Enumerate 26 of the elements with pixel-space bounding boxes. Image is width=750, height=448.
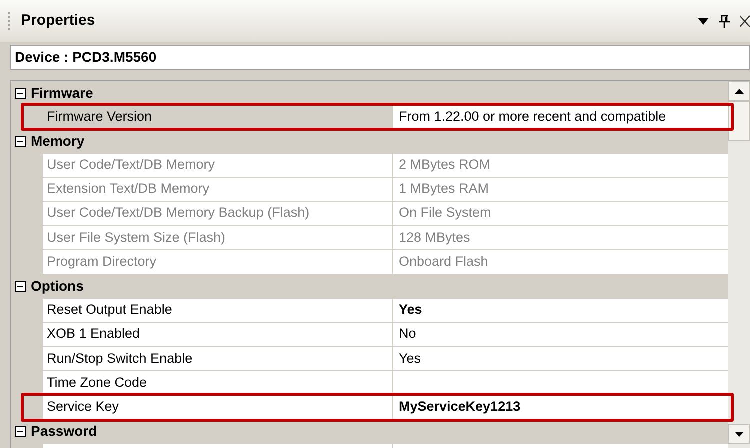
property-name-cell[interactable]: User Code/Text/DB Memory xyxy=(43,154,393,178)
property-value-cell[interactable]: From 1.22.00 or more recent and compatible xyxy=(393,105,728,130)
category-label: Memory xyxy=(31,132,85,151)
property-value-cell[interactable]: MyServiceKey1213 xyxy=(393,395,728,420)
property-name-cell[interactable]: User Code/Text/DB Memory Backup (Flash) xyxy=(43,202,393,226)
property-name-cell[interactable]: Service Key xyxy=(43,395,393,420)
property-name-cell[interactable]: User File System Size (Flash) xyxy=(43,226,393,250)
property-name-cell[interactable]: XOB 1 Enabled xyxy=(43,322,393,348)
property-value-cell[interactable]: 2 MBytes ROM xyxy=(393,154,728,178)
property-value-cell[interactable]: Onboard Flash xyxy=(393,250,728,274)
category-label: Firmware xyxy=(31,84,94,103)
property-value-cell[interactable]: On File System xyxy=(393,202,728,226)
property-value-cell[interactable]: 1 MBytes RAM xyxy=(393,178,728,202)
device-field[interactable]: Device : PCD3.M5560 xyxy=(10,45,750,70)
property-name-cell[interactable]: Time Zone Code xyxy=(43,371,393,396)
category-label: Options xyxy=(31,277,84,296)
property-value-cell[interactable]: No xyxy=(393,322,728,348)
property-name-cell[interactable]: Run/Stop Switch Enable xyxy=(43,347,393,372)
property-name-cell[interactable]: Extension Text/DB Memory xyxy=(43,178,393,202)
property-value-cell[interactable]: 128 MBytes xyxy=(393,226,728,250)
property-name-cell[interactable]: Reset Output Enable xyxy=(43,298,393,323)
property-value-cell[interactable]: Yes xyxy=(393,298,728,323)
property-name-cell[interactable]: Program Directory xyxy=(43,250,393,274)
category-label: Password xyxy=(31,422,98,442)
panel-title: Properties xyxy=(21,10,96,31)
property-value-cell[interactable]: Yes xyxy=(393,347,728,372)
